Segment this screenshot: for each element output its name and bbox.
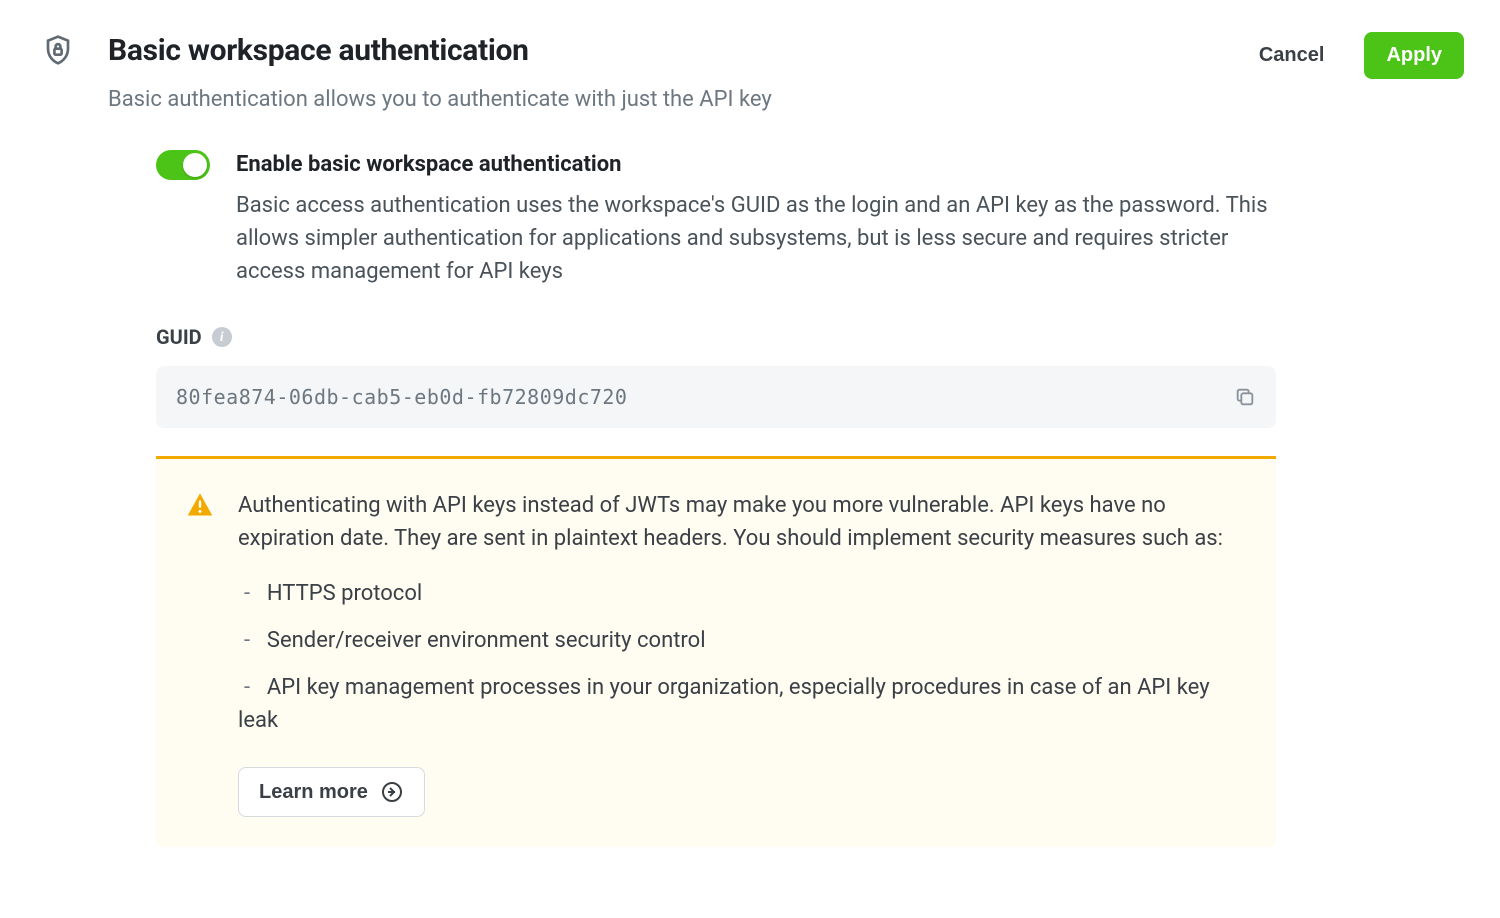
warning-item-text: API key management processes in your org…	[238, 675, 1210, 733]
content-column: Enable basic workspace authentication Ba…	[156, 148, 1276, 847]
page-header: Basic workspace authentication Basic aut…	[36, 28, 1464, 116]
page-subtitle: Basic authentication allows you to authe…	[108, 83, 1209, 116]
toggle-knob	[183, 153, 207, 177]
cancel-button[interactable]: Cancel	[1237, 32, 1347, 79]
arrow-right-circle-icon	[380, 780, 404, 804]
info-icon[interactable]: i	[212, 327, 232, 347]
warning-item-text: Sender/receiver environment security con…	[267, 628, 706, 653]
guid-label-row: GUID i	[156, 322, 1276, 352]
warning-item: - Sender/receiver environment security c…	[238, 624, 1246, 657]
enable-auth-toggle[interactable]	[156, 150, 210, 180]
warning-panel: Authenticating with API keys instead of …	[156, 456, 1276, 847]
warning-item: - HTTPS protocol	[238, 577, 1246, 610]
apply-button[interactable]: Apply	[1364, 32, 1464, 79]
enable-auth-label: Enable basic workspace authentication	[236, 148, 1276, 181]
guid-field: 80fea874-06db-cab5-eb0d-fb72809dc720	[156, 366, 1276, 428]
copy-icon[interactable]	[1234, 386, 1256, 408]
enable-auth-description: Basic access authentication uses the wor…	[236, 189, 1276, 288]
warning-item: - API key management processes in your o…	[238, 671, 1246, 737]
page-title: Basic workspace authentication	[108, 28, 1209, 73]
lock-shield-icon	[36, 28, 80, 66]
learn-more-label: Learn more	[259, 781, 368, 804]
warning-intro: Authenticating with API keys instead of …	[238, 489, 1246, 555]
warning-item-text: HTTPS protocol	[267, 581, 422, 606]
warning-list: - HTTPS protocol - Sender/receiver envir…	[238, 577, 1246, 737]
guid-value: 80fea874-06db-cab5-eb0d-fb72809dc720	[176, 382, 627, 412]
learn-more-button[interactable]: Learn more	[238, 767, 425, 817]
warning-icon	[186, 489, 214, 527]
enable-auth-row: Enable basic workspace authentication Ba…	[156, 148, 1276, 288]
header-actions: Cancel Apply	[1237, 28, 1464, 79]
guid-label: GUID	[156, 322, 202, 352]
